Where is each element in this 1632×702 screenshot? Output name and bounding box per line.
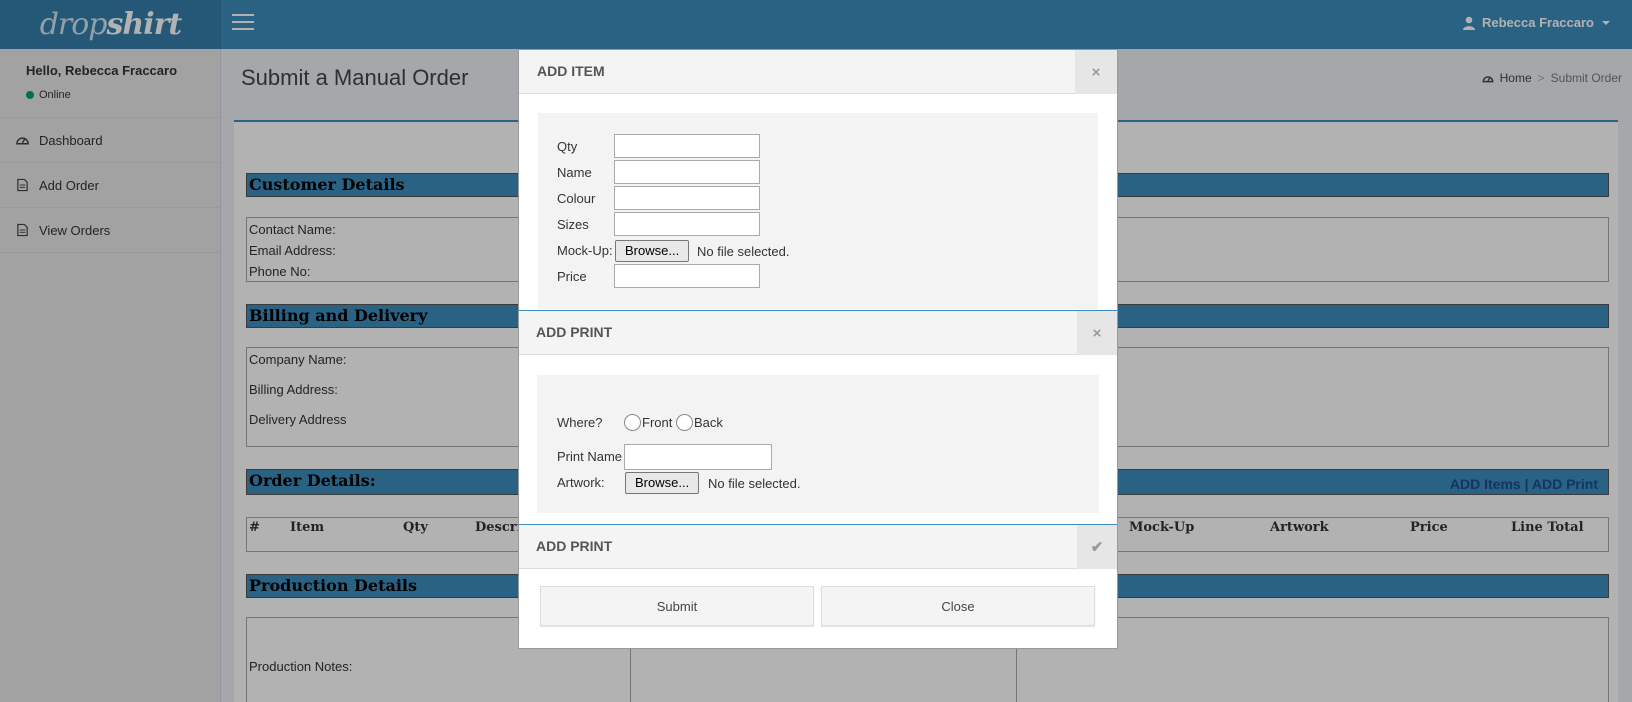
name-label: Name [557,165,592,180]
add-print-panel [537,375,1099,513]
artwork-browse-button[interactable]: Browse... [625,472,700,494]
close-icon[interactable]: × [1077,311,1117,355]
add-item-modal: ADD ITEM × Qty Name Colour Sizes Mock-Up… [518,49,1118,649]
submit-button[interactable]: Submit [540,586,814,626]
where-label: Where? [557,415,603,430]
front-radio[interactable] [624,414,641,431]
mockup-file-status: No file selected. [697,244,790,259]
price-input[interactable] [614,264,760,288]
colour-label: Colour [557,191,596,206]
artwork-file-status: No file selected. [708,476,801,491]
mockup-label: Mock-Up: [557,243,613,258]
print-name-input[interactable] [624,444,772,470]
print-name-label: Print Name [557,449,623,464]
add-print-2-header: ADD PRINT ✔ [519,525,1117,569]
add-print-header: ADD PRINT × [519,311,1117,355]
artwork-label: Artwork: [557,475,605,490]
check-icon[interactable]: ✔ [1077,525,1117,569]
back-radio[interactable] [676,414,693,431]
price-label: Price [557,269,587,284]
close-icon[interactable]: × [1075,50,1117,94]
mockup-browse-button[interactable]: Browse... [615,240,690,262]
add-print-2-title: ADD PRINT [536,538,613,554]
back-label: Back [694,415,723,430]
qty-label: Qty [557,139,578,154]
qty-input[interactable] [614,134,760,158]
add-item-header: ADD ITEM × [519,50,1117,94]
close-button[interactable]: Close [821,586,1095,626]
add-print-title: ADD PRINT [536,324,613,340]
sizes-input[interactable] [614,212,760,236]
add-item-title: ADD ITEM [537,63,605,79]
sizes-label: Sizes [557,217,589,232]
name-input[interactable] [614,160,760,184]
front-label: Front [642,415,673,430]
colour-input[interactable] [614,186,760,210]
